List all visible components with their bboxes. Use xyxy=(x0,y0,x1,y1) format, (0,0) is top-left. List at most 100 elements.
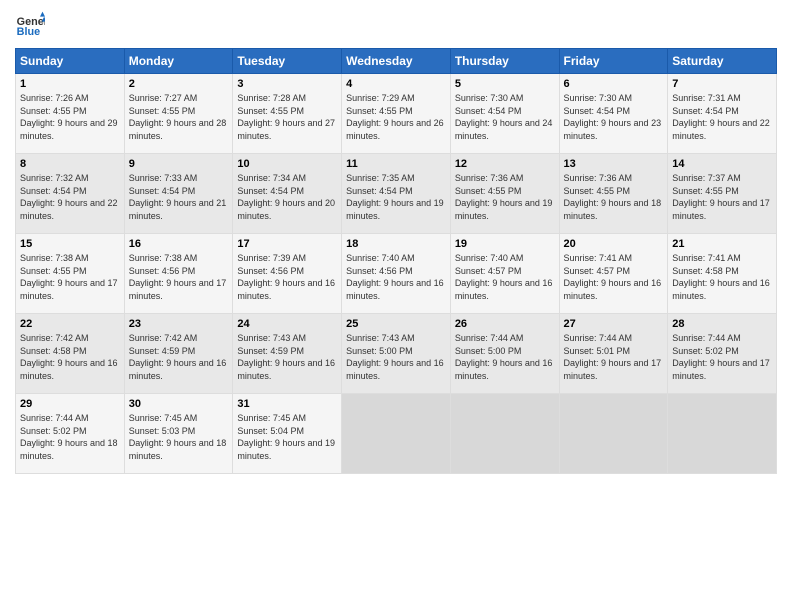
day-info: Sunrise: 7:40 AMSunset: 4:56 PMDaylight:… xyxy=(346,252,446,302)
day-info: Sunrise: 7:36 AMSunset: 4:55 PMDaylight:… xyxy=(455,172,555,222)
day-info: Sunrise: 7:30 AMSunset: 4:54 PMDaylight:… xyxy=(564,92,664,142)
calendar-cell xyxy=(668,394,777,474)
calendar-cell: 3 Sunrise: 7:28 AMSunset: 4:55 PMDaylight… xyxy=(233,74,342,154)
day-number: 12 xyxy=(455,158,555,170)
weekday-header-friday: Friday xyxy=(559,49,668,74)
day-number: 29 xyxy=(20,398,120,410)
calendar-cell xyxy=(342,394,451,474)
calendar-cell: 2 Sunrise: 7:27 AMSunset: 4:55 PMDaylight… xyxy=(124,74,233,154)
day-info: Sunrise: 7:28 AMSunset: 4:55 PMDaylight:… xyxy=(237,92,337,142)
calendar-cell: 11 Sunrise: 7:35 AMSunset: 4:54 PMDayligh… xyxy=(342,154,451,234)
day-info: Sunrise: 7:41 AMSunset: 4:57 PMDaylight:… xyxy=(564,252,664,302)
header: General Blue xyxy=(15,10,777,40)
day-number: 1 xyxy=(20,78,120,90)
calendar-cell: 29Sunrise: 7:44 AMSunset: 5:02 PMDayligh… xyxy=(16,394,125,474)
logo-icon: General Blue xyxy=(15,10,45,40)
day-info: Sunrise: 7:31 AMSunset: 4:54 PMDaylight:… xyxy=(672,92,772,142)
day-number: 20 xyxy=(564,238,664,250)
day-info: Sunrise: 7:26 AMSunset: 4:55 PMDaylight:… xyxy=(20,92,120,142)
day-info: Sunrise: 7:27 AMSunset: 4:55 PMDaylight:… xyxy=(129,92,229,142)
day-number: 17 xyxy=(237,238,337,250)
day-number: 10 xyxy=(237,158,337,170)
calendar-cell: 12 Sunrise: 7:36 AMSunset: 4:55 PMDayligh… xyxy=(450,154,559,234)
calendar-week-row: 22 Sunrise: 7:42 AMSunset: 4:58 PMDayligh… xyxy=(16,314,777,394)
calendar-cell: 27Sunrise: 7:44 AMSunset: 5:01 PMDayligh… xyxy=(559,314,668,394)
calendar-cell: 9 Sunrise: 7:33 AMSunset: 4:54 PMDaylight… xyxy=(124,154,233,234)
weekday-header-wednesday: Wednesday xyxy=(342,49,451,74)
day-number: 7 xyxy=(672,78,772,90)
day-info: Sunrise: 7:44 AMSunset: 5:02 PMDaylight:… xyxy=(672,332,772,382)
day-number: 30 xyxy=(129,398,229,410)
day-number: 9 xyxy=(129,158,229,170)
day-number: 15 xyxy=(20,238,120,250)
calendar-cell: 18 Sunrise: 7:40 AMSunset: 4:56 PMDayligh… xyxy=(342,234,451,314)
day-info: Sunrise: 7:39 AMSunset: 4:56 PMDaylight:… xyxy=(237,252,337,302)
day-number: 2 xyxy=(129,78,229,90)
calendar-cell xyxy=(559,394,668,474)
day-number: 25 xyxy=(346,318,446,330)
calendar-cell: 19 Sunrise: 7:40 AMSunset: 4:57 PMDayligh… xyxy=(450,234,559,314)
day-info: Sunrise: 7:36 AMSunset: 4:55 PMDaylight:… xyxy=(564,172,664,222)
day-number: 8 xyxy=(20,158,120,170)
day-info: Sunrise: 7:43 AMSunset: 5:00 PMDaylight:… xyxy=(346,332,446,382)
day-number: 21 xyxy=(672,238,772,250)
calendar-cell: 8Sunrise: 7:32 AMSunset: 4:54 PMDaylight… xyxy=(16,154,125,234)
day-info: Sunrise: 7:42 AMSunset: 4:58 PMDaylight:… xyxy=(20,332,120,382)
calendar-week-row: 8Sunrise: 7:32 AMSunset: 4:54 PMDaylight… xyxy=(16,154,777,234)
calendar-cell: 31Sunrise: 7:45 AMSunset: 5:04 PMDayligh… xyxy=(233,394,342,474)
calendar-cell: 4 Sunrise: 7:29 AMSunset: 4:55 PMDaylight… xyxy=(342,74,451,154)
day-info: Sunrise: 7:35 AMSunset: 4:54 PMDaylight:… xyxy=(346,172,446,222)
day-info: Sunrise: 7:44 AMSunset: 5:00 PMDaylight:… xyxy=(455,332,555,382)
day-info: Sunrise: 7:29 AMSunset: 4:55 PMDaylight:… xyxy=(346,92,446,142)
day-info: Sunrise: 7:34 AMSunset: 4:54 PMDaylight:… xyxy=(237,172,337,222)
calendar-cell: 7 Sunrise: 7:31 AMSunset: 4:54 PMDaylight… xyxy=(668,74,777,154)
calendar-table: SundayMondayTuesdayWednesdayThursdayFrid… xyxy=(15,48,777,474)
calendar-cell: 5Sunrise: 7:30 AMSunset: 4:54 PMDaylight… xyxy=(450,74,559,154)
weekday-header-thursday: Thursday xyxy=(450,49,559,74)
calendar-cell: 17 Sunrise: 7:39 AMSunset: 4:56 PMDayligh… xyxy=(233,234,342,314)
day-number: 24 xyxy=(237,318,337,330)
day-number: 14 xyxy=(672,158,772,170)
day-number: 19 xyxy=(455,238,555,250)
calendar-cell: 10 Sunrise: 7:34 AMSunset: 4:54 PMDayligh… xyxy=(233,154,342,234)
weekday-header-row: SundayMondayTuesdayWednesdayThursdayFrid… xyxy=(16,49,777,74)
calendar-cell: 14 Sunrise: 7:37 AMSunset: 4:55 PMDayligh… xyxy=(668,154,777,234)
calendar-cell xyxy=(450,394,559,474)
calendar-cell: 6 Sunrise: 7:30 AMSunset: 4:54 PMDaylight… xyxy=(559,74,668,154)
svg-text:Blue: Blue xyxy=(17,26,40,38)
calendar-cell: 25 Sunrise: 7:43 AMSunset: 5:00 PMDayligh… xyxy=(342,314,451,394)
calendar-cell: 30Sunrise: 7:45 AMSunset: 5:03 PMDayligh… xyxy=(124,394,233,474)
calendar-cell: 16 Sunrise: 7:38 AMSunset: 4:56 PMDayligh… xyxy=(124,234,233,314)
day-number: 5 xyxy=(455,78,555,90)
day-info: Sunrise: 7:43 AMSunset: 4:59 PMDaylight:… xyxy=(237,332,337,382)
day-info: Sunrise: 7:38 AMSunset: 4:55 PMDaylight:… xyxy=(20,252,120,302)
day-number: 3 xyxy=(237,78,337,90)
calendar-week-row: 29Sunrise: 7:44 AMSunset: 5:02 PMDayligh… xyxy=(16,394,777,474)
calendar-cell: 20 Sunrise: 7:41 AMSunset: 4:57 PMDayligh… xyxy=(559,234,668,314)
calendar-week-row: 15 Sunrise: 7:38 AMSunset: 4:55 PMDayligh… xyxy=(16,234,777,314)
calendar-cell: 1 Sunrise: 7:26 AMSunset: 4:55 PMDaylight… xyxy=(16,74,125,154)
logo: General Blue xyxy=(15,10,49,40)
calendar-cell: 24 Sunrise: 7:43 AMSunset: 4:59 PMDayligh… xyxy=(233,314,342,394)
day-info: Sunrise: 7:33 AMSunset: 4:54 PMDaylight:… xyxy=(129,172,229,222)
calendar-cell: 13 Sunrise: 7:36 AMSunset: 4:55 PMDayligh… xyxy=(559,154,668,234)
calendar-cell: 26Sunrise: 7:44 AMSunset: 5:00 PMDayligh… xyxy=(450,314,559,394)
day-number: 28 xyxy=(672,318,772,330)
day-number: 31 xyxy=(237,398,337,410)
day-info: Sunrise: 7:38 AMSunset: 4:56 PMDaylight:… xyxy=(129,252,229,302)
day-number: 4 xyxy=(346,78,446,90)
day-info: Sunrise: 7:37 AMSunset: 4:55 PMDaylight:… xyxy=(672,172,772,222)
day-number: 6 xyxy=(564,78,664,90)
calendar-cell: 28 Sunrise: 7:44 AMSunset: 5:02 PMDayligh… xyxy=(668,314,777,394)
day-number: 23 xyxy=(129,318,229,330)
day-number: 13 xyxy=(564,158,664,170)
day-info: Sunrise: 7:40 AMSunset: 4:57 PMDaylight:… xyxy=(455,252,555,302)
calendar-cell: 21 Sunrise: 7:41 AMSunset: 4:58 PMDayligh… xyxy=(668,234,777,314)
day-number: 11 xyxy=(346,158,446,170)
day-number: 18 xyxy=(346,238,446,250)
weekday-header-monday: Monday xyxy=(124,49,233,74)
day-number: 27 xyxy=(564,318,664,330)
day-info: Sunrise: 7:41 AMSunset: 4:58 PMDaylight:… xyxy=(672,252,772,302)
day-number: 16 xyxy=(129,238,229,250)
day-number: 22 xyxy=(20,318,120,330)
